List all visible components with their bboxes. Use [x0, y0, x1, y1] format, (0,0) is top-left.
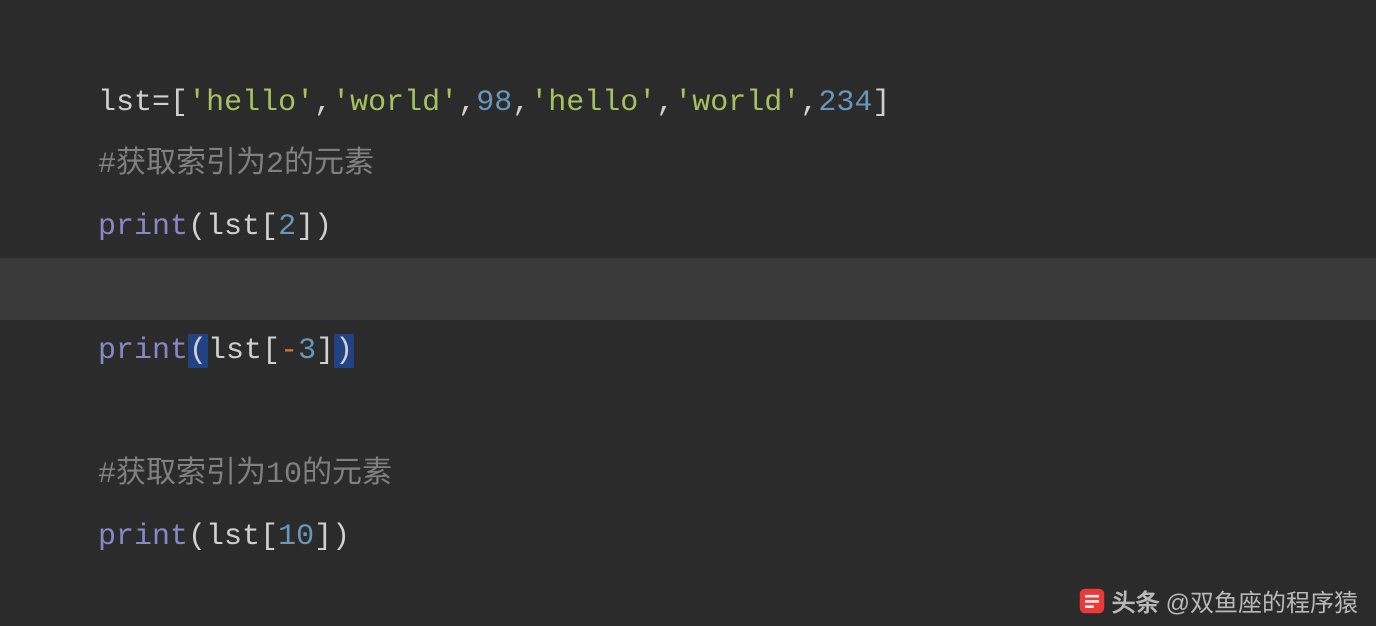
bracket-close: ]	[314, 520, 332, 554]
watermark-handle: @双鱼座的程序猿	[1166, 583, 1358, 618]
bracket-open: [	[260, 520, 278, 554]
code-line[interactable]: #获取索引为-3的元素	[0, 196, 1376, 258]
variable: lst	[206, 520, 260, 554]
paren-open: (	[188, 520, 206, 554]
toutiao-logo-icon	[1078, 587, 1106, 615]
code-line[interactable]: #获取索引为2的元素	[0, 72, 1376, 134]
builtin-print: print	[98, 520, 188, 554]
code-line[interactable]: print(lst[2])	[0, 134, 1376, 196]
code-line[interactable]: lst=['hello','world',98,'hello','world',…	[0, 10, 1376, 72]
code-line-current[interactable]: print(lst[-3])	[0, 258, 1376, 320]
code-line[interactable]: #获取索引为10的元素	[0, 382, 1376, 444]
watermark: 头条 @双鱼座的程序猿	[1078, 583, 1358, 618]
number-literal: 10	[278, 520, 314, 554]
code-editor[interactable]: lst=['hello','world',98,'hello','world',…	[0, 0, 1376, 506]
code-line-blank[interactable]	[0, 320, 1376, 382]
paren-close: )	[332, 520, 350, 554]
watermark-brand: 头条	[1112, 583, 1160, 618]
code-line[interactable]: print(lst[10])	[0, 444, 1376, 506]
